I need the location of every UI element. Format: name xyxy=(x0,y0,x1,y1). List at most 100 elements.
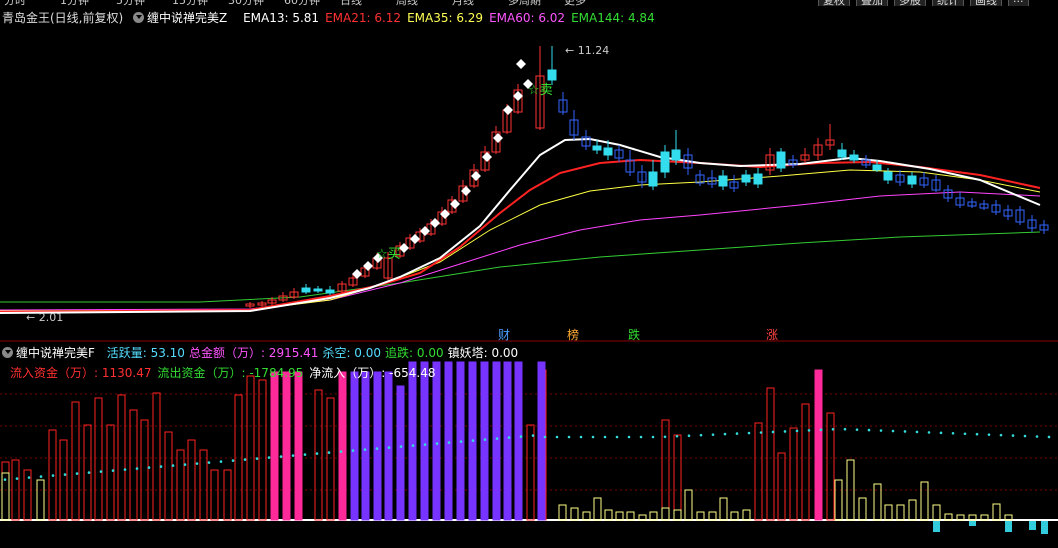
active-volume-dot xyxy=(15,477,19,480)
flow-bar xyxy=(326,397,335,521)
flow-bar xyxy=(210,469,219,521)
candle-body xyxy=(872,164,882,171)
flow-bar xyxy=(294,371,303,521)
flow-bar xyxy=(884,504,893,521)
active-volume-dot xyxy=(459,440,463,443)
active-volume-dot xyxy=(531,434,535,437)
flow-bar xyxy=(373,371,382,521)
ema-line-ema21 xyxy=(0,158,1041,313)
active-volume-dot xyxy=(975,432,979,436)
flow-bar xyxy=(896,504,905,521)
flow-bar xyxy=(730,511,739,521)
flow-bar xyxy=(537,361,546,521)
active-volume-dot xyxy=(111,469,115,472)
candle-body xyxy=(718,175,728,187)
kline-chart[interactable]: ← 11.24 ← 2.01 ☆卖 ☆买财 榜 跌 涨 xyxy=(0,0,1058,548)
active-volume-dot xyxy=(243,458,247,461)
active-volume-dot xyxy=(303,453,307,456)
active-volume-dot xyxy=(435,442,439,445)
flow-bar xyxy=(176,449,185,521)
active-volume-dot xyxy=(495,437,499,440)
flow-bar xyxy=(766,387,775,521)
active-volume-dot xyxy=(267,456,271,459)
candle-body xyxy=(907,175,917,185)
active-volume-dot xyxy=(507,436,511,439)
active-volume-dot xyxy=(747,431,751,435)
active-volume-dot xyxy=(123,468,127,471)
active-volume-dot xyxy=(735,432,739,435)
active-volume-dot xyxy=(195,462,199,465)
flow-bar xyxy=(932,504,941,521)
active-volume-dot xyxy=(87,471,91,474)
flow-bar xyxy=(684,489,693,521)
flow-bar xyxy=(1,461,10,521)
flow-bar xyxy=(94,397,103,521)
active-volume-dot xyxy=(915,430,919,434)
flow-bar xyxy=(789,427,798,521)
active-volume-dot xyxy=(951,432,955,435)
flow-bar xyxy=(444,361,453,521)
active-volume-dot xyxy=(423,443,427,446)
gear-icon[interactable] xyxy=(2,347,13,358)
event-label: 榜 xyxy=(567,327,579,342)
active-volume-dot xyxy=(543,435,547,439)
sub-metric: 总金额（万）: 2915.41 xyxy=(188,346,319,360)
event-label: 涨 xyxy=(766,327,778,342)
flow-bar xyxy=(615,511,624,521)
flow-bar xyxy=(199,449,208,521)
active-volume-dot xyxy=(831,428,835,431)
active-volume-dot xyxy=(39,475,43,478)
active-volume-dot xyxy=(615,435,619,439)
sub-indicator-name[interactable]: 缠中说禅完美F xyxy=(2,346,99,360)
candle-body xyxy=(849,154,859,161)
flow-bar xyxy=(593,497,602,521)
candle-body xyxy=(753,173,763,185)
sub-flow-legend: 流入资金（万）: 1130.47 流出资金（万）: -1784.95 净流入（万）:… xyxy=(10,364,441,381)
flow-bar xyxy=(152,392,161,521)
active-volume-dot xyxy=(927,431,931,434)
flow-bar xyxy=(801,403,810,521)
active-volume-dot xyxy=(447,441,451,444)
active-volume-dot xyxy=(63,473,67,476)
ema-line-ema144 xyxy=(0,231,1041,303)
sub-metrics: 活跃量: 53.10 总金额（万）: 2915.41 杀空: 0.00 追跌: 0.0… xyxy=(107,346,522,360)
flow-bar xyxy=(480,361,489,521)
sub-metric: 活跃量: 53.10 xyxy=(106,346,185,360)
active-volume-dot xyxy=(231,459,235,462)
active-volume-dot xyxy=(567,435,571,439)
candle-body xyxy=(741,174,751,183)
flow-bar xyxy=(777,452,786,521)
active-volume-dot xyxy=(555,435,559,439)
flow-bar xyxy=(492,361,501,521)
flow-bar xyxy=(282,371,291,521)
active-volume-dot xyxy=(351,449,355,452)
candle-body xyxy=(776,151,786,169)
active-volume-dot xyxy=(807,429,811,432)
active-volume-dot xyxy=(255,457,259,460)
flow-bar xyxy=(314,389,323,521)
negative-flow-bar xyxy=(1005,521,1012,532)
active-volume-dot xyxy=(387,446,391,449)
active-volume-dot xyxy=(3,478,7,481)
active-volume-dot xyxy=(219,460,223,463)
active-volume-dot xyxy=(963,432,967,436)
active-volume-dot xyxy=(471,439,475,442)
active-volume-dot xyxy=(519,435,523,438)
flow-bar xyxy=(626,511,635,521)
active-volume-dot xyxy=(159,465,163,468)
flow-bar xyxy=(503,361,512,521)
flow-bar xyxy=(604,509,613,521)
flow-bar xyxy=(384,371,393,521)
active-volume-dot xyxy=(171,464,175,467)
active-volume-dot xyxy=(999,433,1003,437)
flow-bar xyxy=(719,497,728,521)
flow-bar xyxy=(71,401,80,521)
flow-bar xyxy=(246,375,255,521)
event-label: 跌 xyxy=(628,327,640,342)
active-volume-dot xyxy=(279,455,283,458)
flow-bar xyxy=(582,511,591,521)
candle-body xyxy=(592,145,602,151)
bottom-status xyxy=(0,542,1058,548)
active-volume-dot xyxy=(639,435,643,439)
active-volume-dot xyxy=(903,430,907,433)
